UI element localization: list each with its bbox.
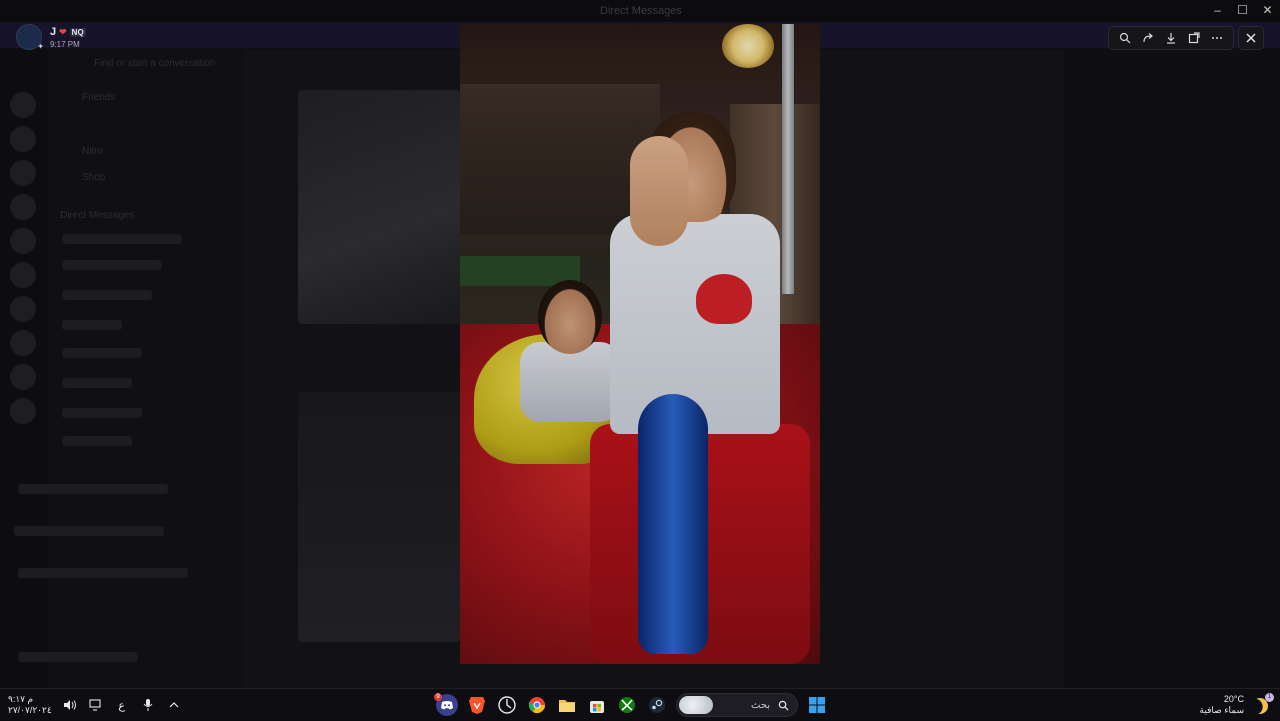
dm-sidebar: Find or start a conversation Friends Nit… <box>14 22 244 688</box>
activity-item[interactable] <box>14 526 164 536</box>
taskbar: م ٩:١٧ ٢٧/٠٧/٢٠٢٤ ع 9 بحث 20°C سماء صافي… <box>0 688 1280 720</box>
weather-widget[interactable]: 20°C سماء صافية 1 <box>1200 689 1274 721</box>
brave-browser-icon[interactable] <box>466 694 488 716</box>
viewer-image[interactable] <box>460 24 820 664</box>
store-icon[interactable] <box>586 694 608 716</box>
profile-panel <box>1064 50 1280 688</box>
microphone-icon[interactable] <box>140 697 156 713</box>
weather-badge: 1 <box>1265 693 1274 702</box>
discord-notification-badge: 9 <box>434 693 442 701</box>
open-external-icon[interactable] <box>1184 28 1204 48</box>
discord-app-icon[interactable]: 9 <box>434 693 458 716</box>
author-tag: NQ <box>69 27 86 37</box>
author-username: J <box>50 26 57 38</box>
chat-image-attachment[interactable] <box>298 90 460 324</box>
find-conversation-input[interactable]: Find or start a conversation <box>94 58 215 69</box>
zoom-icon[interactable] <box>1115 28 1135 48</box>
close-icon[interactable] <box>1238 26 1264 50</box>
server-icon[interactable] <box>10 160 36 186</box>
dm-list-item[interactable] <box>62 320 122 330</box>
dm-list-item[interactable] <box>62 234 182 244</box>
taskbar-apps: 9 بحث <box>434 689 828 721</box>
chat-image-attachment[interactable] <box>298 392 460 642</box>
server-list <box>0 22 48 688</box>
server-icon[interactable] <box>10 228 36 254</box>
steam-like-app-icon[interactable] <box>496 694 518 716</box>
status-icon: ✦ <box>37 42 44 51</box>
file-explorer-icon[interactable] <box>556 694 578 716</box>
chrome-icon[interactable] <box>526 694 548 716</box>
activity-item[interactable] <box>18 484 168 494</box>
app-window: Direct Messages – ☐ ✕ Find or start a co… <box>0 0 1280 688</box>
viewer-toolbar <box>1108 26 1234 50</box>
chevron-up-icon[interactable] <box>166 697 182 713</box>
server-icon[interactable] <box>10 262 36 288</box>
dm-list-item[interactable] <box>62 348 142 358</box>
server-icon[interactable] <box>10 330 36 356</box>
title-bar: Direct Messages – ☐ ✕ <box>0 0 1280 22</box>
window-title: Direct Messages <box>600 5 682 17</box>
message-timestamp: 9:17 PM <box>50 40 80 49</box>
xbox-icon[interactable] <box>616 694 638 716</box>
language-indicator[interactable]: ع <box>114 697 130 713</box>
network-icon[interactable] <box>88 697 104 713</box>
windows-start-icon[interactable] <box>806 694 828 716</box>
clock-time: م ٩:١٧ <box>8 694 34 704</box>
search-icon <box>778 700 789 711</box>
taskbar-search[interactable]: بحث <box>676 693 798 717</box>
photo-shade <box>460 24 820 664</box>
dm-list-item[interactable] <box>62 290 152 300</box>
avatar[interactable]: ✦ <box>16 24 44 51</box>
clock-date: ٢٧/٠٧/٢٠٢٤ <box>8 705 52 715</box>
dm-list-item[interactable] <box>62 378 132 388</box>
weather-temperature: 20°C <box>1223 694 1244 704</box>
clock[interactable]: م ٩:١٧ ٢٧/٠٧/٢٠٢٤ <box>8 694 52 716</box>
server-icon[interactable] <box>10 296 36 322</box>
cloud-icon <box>679 696 713 714</box>
dm-list-item[interactable] <box>62 436 132 446</box>
weather-text: 20°C سماء صافية <box>1200 694 1244 716</box>
server-icon[interactable] <box>10 92 36 118</box>
sidebar-item-nitro[interactable]: Nitro <box>82 146 103 157</box>
weather-description: سماء صافية <box>1199 705 1244 715</box>
server-icon[interactable] <box>10 126 36 152</box>
activity-item[interactable] <box>18 568 188 578</box>
more-icon[interactable] <box>1207 28 1227 48</box>
window-controls: – ☐ ✕ <box>1205 0 1280 22</box>
sidebar-item-shop[interactable]: Shop <box>82 172 105 183</box>
minimize-icon[interactable]: – <box>1205 0 1230 22</box>
download-icon[interactable] <box>1161 28 1181 48</box>
close-window-icon[interactable]: ✕ <box>1255 0 1280 22</box>
steam-icon[interactable] <box>646 694 668 716</box>
sidebar-item-friends[interactable]: Friends <box>82 92 115 103</box>
forward-icon[interactable] <box>1138 28 1158 48</box>
dm-list-item[interactable] <box>62 260 162 270</box>
user-panel[interactable] <box>18 652 138 662</box>
search-label: بحث <box>750 699 770 711</box>
heart-emoji-icon: ❤ <box>59 26 67 37</box>
dm-list-item[interactable] <box>62 408 142 418</box>
server-icon[interactable] <box>10 398 36 424</box>
system-tray: م ٩:١٧ ٢٧/٠٧/٢٠٢٤ ع <box>8 689 182 721</box>
server-icon[interactable] <box>10 194 36 220</box>
server-icon[interactable] <box>10 364 36 390</box>
author-name: J ❤ NQ <box>50 26 86 38</box>
dm-section-heading: Direct Messages <box>60 210 135 221</box>
maximize-icon[interactable]: ☐ <box>1230 0 1255 22</box>
volume-icon[interactable] <box>62 697 78 713</box>
weather-moon-wrap: 1 <box>1250 693 1274 716</box>
